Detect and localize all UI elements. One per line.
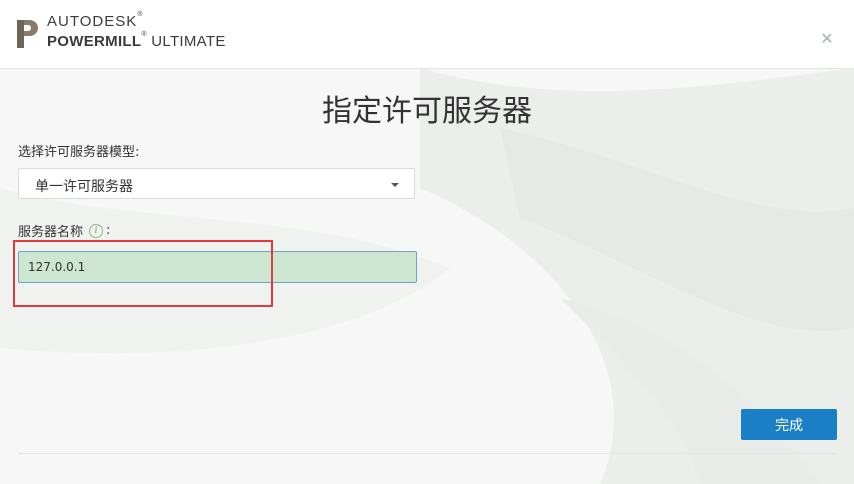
server-model-label: 选择许可服务器模型:	[18, 145, 140, 160]
finish-button[interactable]: 完成	[741, 409, 837, 440]
server-model-select[interactable]: 单一许可服务器	[18, 168, 415, 199]
brand-autodesk-text: AUTODESK	[47, 13, 138, 30]
label-colon: :	[106, 223, 111, 238]
brand-product-name: POWERMILL	[47, 33, 142, 50]
app-header: AUTODESK® POWERMILL® ULTIMATE ✕	[0, 0, 854, 69]
server-name-label-row: 服务器名称 i :	[18, 221, 110, 240]
registered-mark: ®	[137, 11, 144, 18]
footer-divider	[18, 453, 837, 454]
brand-autodesk: AUTODESK®	[47, 11, 144, 30]
brand-product: POWERMILL® ULTIMATE	[47, 31, 226, 50]
page-title: 指定许可服务器	[322, 94, 532, 129]
server-name-label: 服务器名称	[18, 225, 84, 240]
server-model-selected-value: 单一许可服务器	[35, 179, 133, 195]
close-icon[interactable]: ✕	[818, 30, 836, 48]
registered-mark: ®	[141, 31, 147, 38]
powermill-logo-icon	[17, 20, 38, 48]
info-icon[interactable]: i	[89, 223, 104, 238]
server-name-input[interactable]	[18, 251, 417, 283]
chevron-down-icon	[391, 183, 399, 187]
brand-product-edition: ULTIMATE	[146, 33, 226, 50]
